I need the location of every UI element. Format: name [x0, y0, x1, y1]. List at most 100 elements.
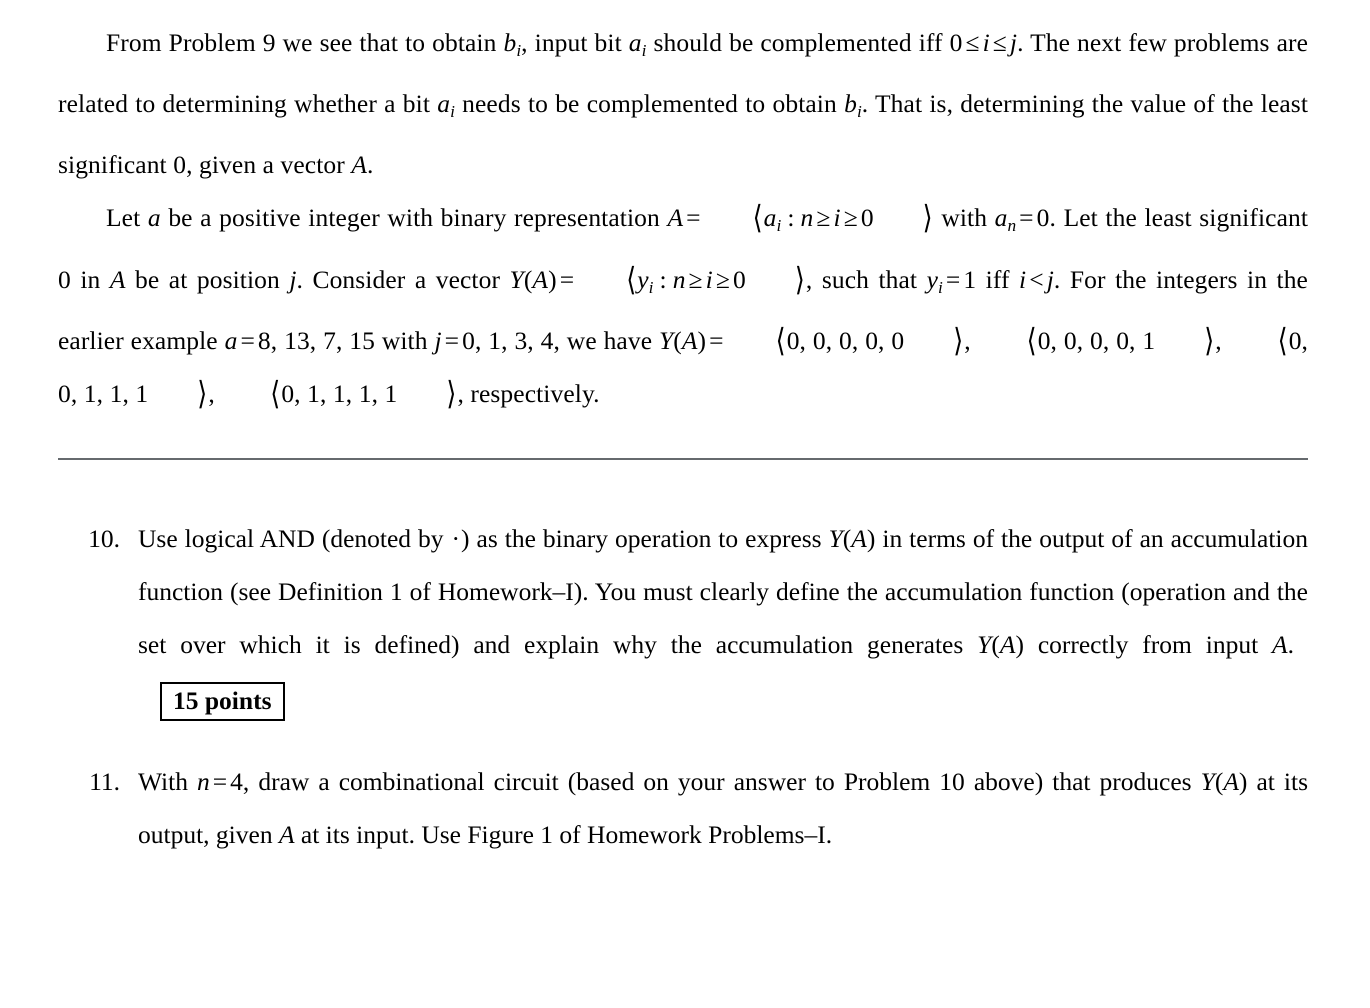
math-lparen-p10-2: (: [991, 630, 1000, 659]
math-a-2: a: [437, 89, 451, 119]
math-A-2: A: [667, 203, 684, 233]
p11-text-4: at its input. Use Figure 1 of Homework P…: [294, 820, 833, 849]
math-rangle-2: ⟩: [794, 260, 805, 298]
math-i-1: i: [982, 28, 990, 57]
p2-text-12: , respectively.: [457, 378, 600, 408]
math-i-3: i: [705, 264, 713, 294]
math-leq-2: ≤: [992, 28, 1007, 57]
math-geq-1: ≥: [816, 203, 831, 233]
math-y-seq-subscript-i: i: [648, 277, 654, 297]
paragraph-1: From Problem 9 we see that to obtain b i,…: [58, 16, 1308, 191]
math-rangle-v1: ⟩: [953, 322, 964, 359]
math-j-2: j: [289, 264, 297, 294]
document-page: From Problem 9 we see that to obtain b i,…: [0, 0, 1370, 1008]
p10-text-5: .: [1287, 630, 1294, 659]
math-zero-3: 0: [732, 264, 746, 294]
p1-text-2: , input bit: [521, 28, 629, 57]
math-A-1: A: [351, 150, 368, 180]
math-geq-3: ≥: [688, 264, 703, 294]
p1-text-1: From Problem 9 we see that to obtain: [106, 28, 504, 57]
math-and-dot-operator: ·: [451, 524, 461, 553]
math-colon-2: :: [659, 264, 667, 294]
p11-text-1: With: [138, 767, 198, 796]
math-one-1: 1: [963, 264, 977, 294]
math-langle-1: ⟨: [752, 199, 763, 236]
math-b-2: b: [844, 89, 857, 119]
math-A-p11-2: A: [278, 820, 295, 849]
p2-text-10: with: [375, 325, 435, 355]
math-a-lower: a: [147, 203, 161, 233]
p2-text-8: iff: [976, 264, 1020, 294]
section-divider-rule: [58, 458, 1308, 460]
math-a-subscript-n: n: [1007, 216, 1017, 236]
points-badge-problem-10: 15 points: [160, 682, 285, 721]
math-Y-1: Y: [509, 264, 524, 294]
math-comma-1: ,: [964, 325, 978, 355]
p2-text-5: be at position: [125, 264, 290, 294]
math-i-2: i: [833, 203, 841, 233]
math-a-seq: a: [763, 203, 777, 233]
p2-text-11: , we have: [553, 325, 659, 355]
math-j-1: j: [1009, 28, 1018, 57]
math-A-4: A: [532, 264, 549, 294]
math-rangle-v2: ⟩: [1204, 322, 1215, 359]
p2-text-6: . Consider a vector: [296, 264, 510, 294]
math-lparen-2: (: [673, 325, 682, 355]
math-rparen-2: ): [697, 325, 707, 355]
p10-text-1: Use logical AND (denoted by: [138, 524, 451, 553]
math-rangle-1: ⟩: [922, 199, 933, 236]
math-leq-1: ≤: [965, 28, 980, 57]
math-zero-1: 0: [860, 203, 874, 233]
math-rparen-1: ): [548, 264, 557, 294]
problem-11-body: With n = 4, draw a combinational circuit (…: [138, 755, 1308, 861]
p10-text-2: ) as the binary operation to express: [461, 524, 829, 553]
math-A-5: A: [681, 325, 698, 355]
math-vector-1: 0, 0, 0, 0, 0: [786, 325, 905, 355]
math-colon-1: :: [787, 203, 795, 233]
math-A-p11-1: A: [1223, 767, 1239, 796]
p1-text-3: should be complemented iff: [646, 28, 950, 57]
problem-number-11: 11.: [89, 767, 120, 796]
math-A-p10-2: A: [999, 630, 1016, 659]
math-zero-2: 0: [1036, 203, 1050, 233]
math-n-2: n: [672, 264, 686, 294]
math-A-p10-1: A: [851, 524, 867, 553]
math-equals-4: =: [945, 264, 961, 294]
p11-text-2: , draw a combinational circuit (based on…: [242, 767, 1201, 796]
math-langle-v4: ⟨: [270, 375, 281, 412]
math-a-example: a: [224, 325, 238, 355]
problem-list: 10. Use logical AND (denoted by ·) as th…: [58, 512, 1308, 861]
p2-text-1: Let: [106, 203, 148, 233]
math-a-n: a: [994, 203, 1008, 233]
math-equals-2: =: [1019, 203, 1034, 233]
math-rangle-v4: ⟩: [446, 375, 457, 412]
math-langle-v1: ⟨: [775, 322, 786, 359]
p1-text-5: needs to be complemented to obtain: [454, 89, 845, 119]
math-equals-7: =: [709, 325, 724, 355]
math-j-4: j: [434, 325, 442, 355]
math-rparen-p10-2: ): [1015, 630, 1024, 659]
math-vector-4: 0, 1, 1, 1, 1: [281, 378, 398, 408]
p2-text-2: be a positive integer with binary repres…: [160, 203, 668, 233]
math-a-values: 8, 13, 7, 15: [257, 325, 375, 355]
math-j-values: 0, 1, 3, 4: [462, 325, 554, 355]
math-b: b: [503, 28, 517, 57]
math-vector-2: 0, 0, 0, 0, 1: [1037, 325, 1156, 355]
math-Y-p11-1: Y: [1200, 767, 1215, 796]
math-geq-2: ≥: [843, 203, 858, 233]
body-text-column: From Problem 9 we see that to obtain b i,…: [58, 16, 1308, 420]
p2-text-7: , such that: [805, 264, 927, 294]
math-n-1: n: [800, 203, 814, 233]
p2-text-3: with: [933, 203, 995, 233]
math-equals-5: =: [240, 325, 255, 355]
problem-number-10: 10.: [88, 524, 120, 553]
math-equals-6: =: [444, 325, 460, 355]
math-langle-v2: ⟨: [1026, 322, 1037, 359]
math-n-p11: n: [197, 767, 210, 796]
math-langle-v3: ⟨: [1277, 322, 1288, 359]
math-geq-4: ≥: [715, 264, 730, 294]
math-y-seq: y: [637, 264, 649, 294]
paragraph-2: Let a be a positive integer with binary …: [58, 191, 1308, 419]
math-A-3: A: [109, 264, 126, 294]
problem-item-10: 10. Use logical AND (denoted by ·) as th…: [58, 512, 1308, 724]
